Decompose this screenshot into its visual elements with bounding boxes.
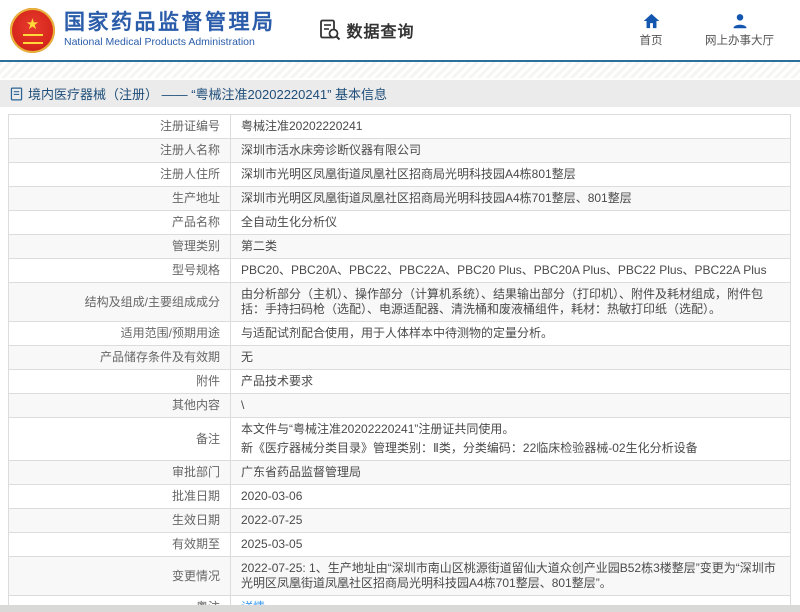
table-row: 适用范围/预期用途 与适配试剂配合使用，用于人体样本中待测物的定量分析。	[9, 322, 791, 346]
row-value-line: 本文件与“粤械注准20202220241”注册证共同使用。	[241, 422, 780, 437]
table-row: 注册证编号 粤械注准20202220241	[9, 115, 791, 139]
nav-service-hall[interactable]: 网上办事大厅	[705, 13, 774, 48]
table-row: 批准日期 2020-03-06	[9, 485, 791, 509]
table-row: 生产地址 深圳市光明区凤凰街道凤凰社区招商局光明科技园A4栋701整层、801整…	[9, 187, 791, 211]
row-label: 审批部门	[9, 461, 231, 485]
row-value: 与适配试剂配合使用，用于人体样本中待测物的定量分析。	[231, 322, 791, 346]
data-query-nav[interactable]: 数据查询	[318, 18, 415, 42]
nav-home-label: 首页	[640, 32, 663, 48]
row-value-line: 新《医疗器械分类目录》管理类别：Ⅱ类，分类编码：22临床检验器械-02生化分析设…	[241, 441, 780, 456]
agency-logo[interactable]: ★ 国家药品监督管理局 National Medical Products Ad…	[10, 8, 276, 53]
row-value: 第二类	[231, 235, 791, 259]
row-label: 注册证编号	[9, 115, 231, 139]
agency-name-cn: 国家药品监督管理局	[64, 11, 276, 35]
agency-name-en: National Medical Products Administration	[64, 35, 276, 49]
row-label: 管理类别	[9, 235, 231, 259]
row-value: 广东省药品监督管理局	[231, 461, 791, 485]
row-label: 生产地址	[9, 187, 231, 211]
texture-strip	[0, 62, 800, 78]
table-row: 注册人名称 深圳市活水床旁诊断仪器有限公司	[9, 139, 791, 163]
table-row: 管理类别 第二类	[9, 235, 791, 259]
table-row: 型号规格 PBC20、PBC20A、PBC22、PBC22A、PBC20 Plu…	[9, 259, 791, 283]
info-table: 注册证编号 粤械注准20202220241 注册人名称 深圳市活水床旁诊断仪器有…	[8, 114, 791, 612]
breadcrumb: 境内医疗器械（注册） —— “粤械注准20202220241” 基本信息	[0, 80, 800, 107]
row-value: 2020-03-06	[231, 485, 791, 509]
row-label: 备注	[9, 418, 231, 461]
row-label: 其他内容	[9, 394, 231, 418]
table-row: 生效日期 2022-07-25	[9, 509, 791, 533]
document-search-icon	[318, 18, 342, 42]
row-label: 适用范围/预期用途	[9, 322, 231, 346]
row-value: PBC20、PBC20A、PBC22、PBC22A、PBC20 Plus、PBC…	[231, 259, 791, 283]
row-value: 2022-07-25	[231, 509, 791, 533]
row-value: 2025-03-05	[231, 533, 791, 557]
home-icon	[643, 13, 660, 29]
nav-home[interactable]: 首页	[627, 13, 675, 48]
breadcrumb-text: 境内医疗器械（注册） —— “粤械注准20202220241” 基本信息	[28, 84, 387, 103]
row-label: 结构及组成/主要组成成分	[9, 283, 231, 322]
row-label: 型号规格	[9, 259, 231, 283]
row-value: 深圳市光明区凤凰街道凤凰社区招商局光明科技园A4栋701整层、801整层	[231, 187, 791, 211]
row-value: 全自动生化分析仪	[231, 211, 791, 235]
table-row: 注册人住所 深圳市光明区凤凰街道凤凰社区招商局光明科技园A4栋801整层	[9, 163, 791, 187]
table-row: 其他内容 \	[9, 394, 791, 418]
row-value: 2022-07-25: 1、生产地址由“深圳市南山区桃源街道留仙大道众创产业园B…	[231, 557, 791, 596]
row-value: 深圳市光明区凤凰街道凤凰社区招商局光明科技园A4栋801整层	[231, 163, 791, 187]
table-row: 变更情况 2022-07-25: 1、生产地址由“深圳市南山区桃源街道留仙大道众…	[9, 557, 791, 596]
row-label: 生效日期	[9, 509, 231, 533]
row-value: 粤械注准20202220241	[231, 115, 791, 139]
row-label: 注册人名称	[9, 139, 231, 163]
agency-title-block: 国家药品监督管理局 National Medical Products Admi…	[64, 11, 276, 49]
table-row: 产品名称 全自动生化分析仪	[9, 211, 791, 235]
nav-service-hall-label: 网上办事大厅	[705, 32, 774, 48]
row-value: 本文件与“粤械注准20202220241”注册证共同使用。新《医疗器械分类目录》…	[231, 418, 791, 461]
row-value: 由分析部分（主机）、操作部分（计算机系统）、结果输出部分（打印机）、附件及耗材组…	[231, 283, 791, 322]
table-row: 有效期至 2025-03-05	[9, 533, 791, 557]
row-label: 附件	[9, 370, 231, 394]
site-header: ★ 国家药品监督管理局 National Medical Products Ad…	[0, 0, 800, 62]
row-label: 变更情况	[9, 557, 231, 596]
table-wrap: 注册证编号 粤械注准20202220241 注册人名称 深圳市活水床旁诊断仪器有…	[0, 107, 800, 612]
person-icon	[732, 13, 748, 29]
table-row: 备注 本文件与“粤械注准20202220241”注册证共同使用。新《医疗器械分类…	[9, 418, 791, 461]
row-label: 批准日期	[9, 485, 231, 509]
table-row: 附件 产品技术要求	[9, 370, 791, 394]
row-label: 有效期至	[9, 533, 231, 557]
row-value: \	[231, 394, 791, 418]
row-value: 深圳市活水床旁诊断仪器有限公司	[231, 139, 791, 163]
row-value: 产品技术要求	[231, 370, 791, 394]
data-query-label: 数据查询	[347, 18, 415, 42]
row-label: 产品名称	[9, 211, 231, 235]
footer-band	[0, 605, 800, 612]
national-emblem-icon: ★	[10, 8, 55, 53]
table-row: 产品储存条件及有效期 无	[9, 346, 791, 370]
table-row: 结构及组成/主要组成成分 由分析部分（主机）、操作部分（计算机系统）、结果输出部…	[9, 283, 791, 322]
row-label: 注册人住所	[9, 163, 231, 187]
page-icon	[10, 87, 23, 101]
row-label: 产品储存条件及有效期	[9, 346, 231, 370]
info-table-body: 注册证编号 粤械注准20202220241 注册人名称 深圳市活水床旁诊断仪器有…	[9, 115, 791, 612]
top-nav: 首页 网上办事大厅	[627, 13, 786, 48]
table-row: 审批部门 广东省药品监督管理局	[9, 461, 791, 485]
row-value: 无	[231, 346, 791, 370]
